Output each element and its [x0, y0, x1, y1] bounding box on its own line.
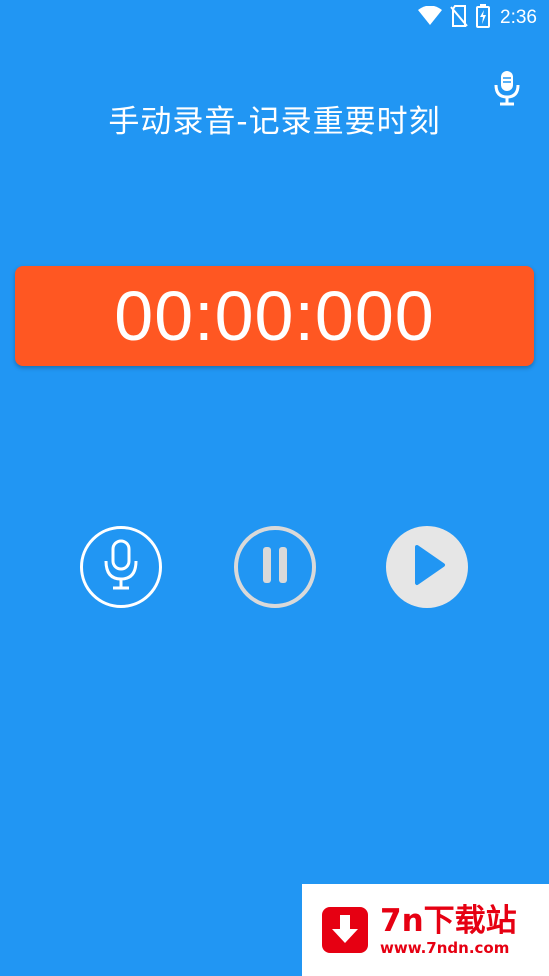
battery-charging-icon [476, 4, 491, 32]
microphone-icon[interactable] [493, 70, 521, 106]
pause-button[interactable] [234, 526, 316, 608]
watermark-name: 7n下载站 [380, 903, 517, 939]
status-bar: 2:36 [0, 0, 549, 36]
play-button[interactable] [386, 526, 468, 608]
no-sim-icon [450, 5, 468, 31]
status-time: 2:36 [500, 7, 537, 28]
page-title: 手动录音-记录重要时刻 [108, 104, 441, 140]
timer-text: 00:00:000 [114, 277, 435, 355]
record-button[interactable] [80, 526, 162, 608]
watermark-url: www.7ndn.com [380, 939, 510, 957]
watermark: 7n下载站 www.7ndn.com [302, 884, 549, 976]
play-icon [407, 543, 447, 591]
microphone-icon [101, 539, 141, 595]
download-arrow-icon [322, 907, 368, 953]
pause-icon [257, 545, 293, 589]
timer-display: 00:00:000 [15, 266, 534, 366]
wifi-icon [418, 5, 443, 30]
